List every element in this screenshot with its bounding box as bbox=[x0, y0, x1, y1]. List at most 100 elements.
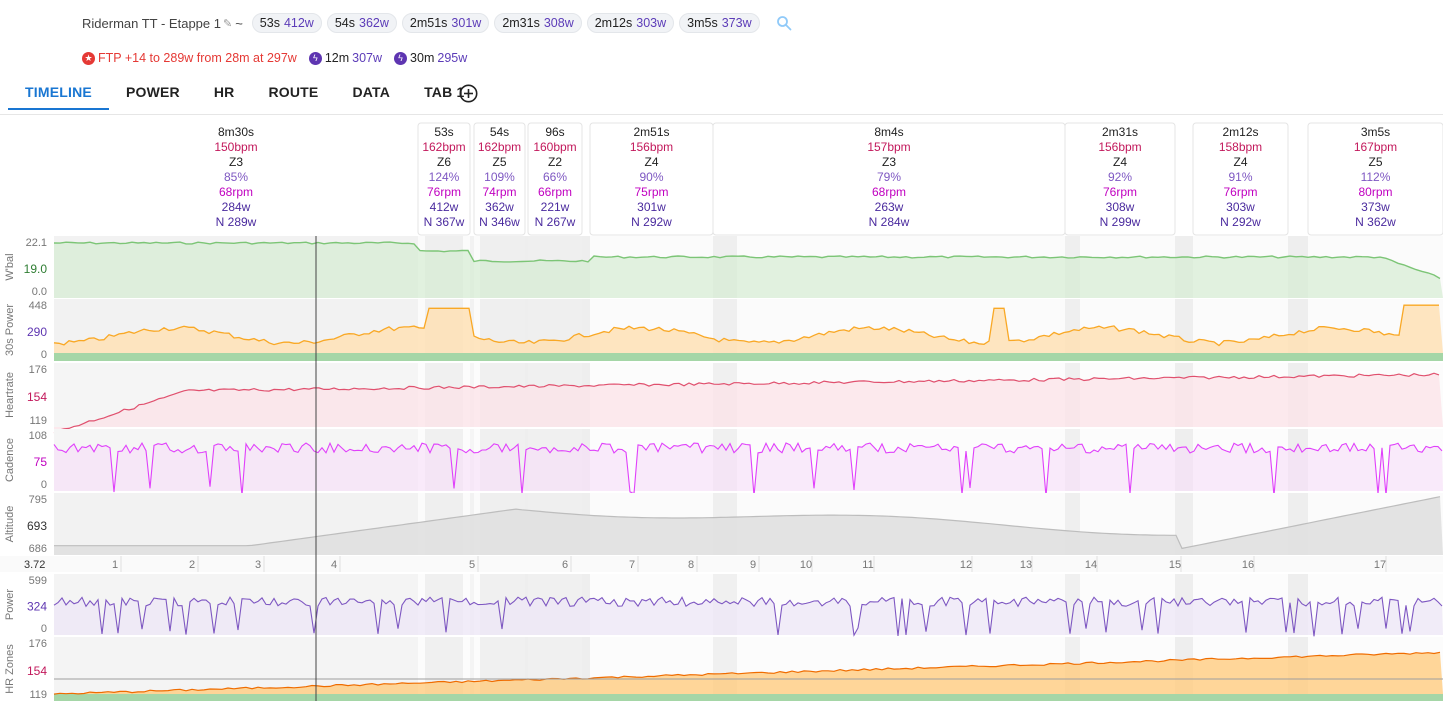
lap-normalized-power: N 292w bbox=[631, 215, 672, 229]
axis-label: Altitude bbox=[4, 506, 16, 543]
lap-normalized-power: N 284w bbox=[869, 215, 910, 229]
tab-timeline[interactable]: TIMELINE bbox=[8, 80, 109, 110]
tab-route[interactable]: ROUTE bbox=[251, 80, 335, 110]
activity-title[interactable]: Riderman TT - Etappe 1 bbox=[82, 16, 221, 31]
distance-tick-label: 4 bbox=[331, 559, 337, 571]
interval-chip[interactable]: 2m31s 308w bbox=[494, 13, 582, 33]
axis-label: Cadence bbox=[4, 438, 16, 482]
lap-normalized-power: N 362w bbox=[1355, 215, 1396, 229]
lap-cadence: 66rpm bbox=[538, 185, 572, 199]
lap-duration: 8m30s bbox=[218, 125, 254, 139]
axis-tick-label: 693 bbox=[27, 519, 47, 533]
lap-summary[interactable]: 53s162bpmZ6124%76rpm412wN 367w bbox=[417, 122, 471, 236]
lap-heartrate: 167bpm bbox=[1354, 140, 1397, 154]
peak-effort[interactable]: ϟ 30m 295w bbox=[394, 51, 467, 65]
interval-separator: ~ bbox=[235, 15, 243, 31]
bolt-icon: ϟ bbox=[308, 51, 322, 65]
lap-avg-power: 303w bbox=[1226, 200, 1255, 214]
lap-summary[interactable]: 54s162bpmZ5109%74rpm362wN 346w bbox=[473, 122, 526, 236]
distance-tick-label: 6 bbox=[562, 559, 568, 571]
interval-watts: 308w bbox=[543, 16, 574, 30]
lap-summary[interactable]: 3m5s167bpmZ5112%80rpm373wN 362w bbox=[1307, 122, 1443, 236]
chart-panel-hr-zones[interactable]: HR Zones 176 154 119 bbox=[4, 637, 1443, 701]
lap-zone: Z6 bbox=[437, 155, 451, 169]
search-icon[interactable] bbox=[776, 15, 792, 31]
distance-start-label: 3.72 bbox=[24, 559, 45, 571]
axis-label: Power bbox=[4, 589, 16, 621]
axis-tick-label: 119 bbox=[29, 689, 47, 701]
axis-tick-label: 0 bbox=[41, 349, 47, 361]
lap-percent-ftp: 109% bbox=[484, 170, 515, 184]
chart-panel-30s-power[interactable]: 30s Power 448 290 0 bbox=[4, 299, 1443, 361]
lap-duration: 54s bbox=[490, 125, 509, 139]
lap-avg-power: 412w bbox=[430, 200, 459, 214]
interval-chip[interactable]: 54s 362w bbox=[326, 13, 397, 33]
lap-percent-ftp: 91% bbox=[1228, 170, 1252, 184]
chart-panel-altitude[interactable]: Altitude 795 693 686 bbox=[4, 493, 1443, 555]
add-tab-icon[interactable] bbox=[459, 84, 478, 103]
chart-panel-power[interactable]: Power 599 324 0 bbox=[4, 574, 1443, 637]
activity-view: Riderman TT - Etappe 1 ✎ ~ 53s 412w 54s 36… bbox=[0, 0, 1443, 701]
axis-tick-label: 154 bbox=[27, 390, 47, 404]
axis-tick-label: 108 bbox=[29, 430, 47, 442]
lap-cadence: 75rpm bbox=[634, 185, 668, 199]
axis-tick-label: 0 bbox=[41, 623, 47, 635]
lap-summary[interactable]: 2m51s156bpmZ490%75rpm301wN 292w bbox=[589, 122, 714, 236]
chart-panel-cadence[interactable]: Cadence 108 75 0 bbox=[4, 429, 1443, 497]
axis-tick-label: 22.1 bbox=[26, 237, 47, 249]
axis-tick-label: 795 bbox=[29, 494, 47, 506]
tab-power[interactable]: POWER bbox=[109, 80, 197, 110]
lap-percent-ftp: 66% bbox=[543, 170, 567, 184]
axis-tick-label: 448 bbox=[29, 300, 47, 312]
lap-summary[interactable]: 2m31s156bpmZ492%76rpm308wN 299w bbox=[1064, 122, 1176, 236]
tab-hr[interactable]: HR bbox=[197, 80, 252, 110]
lap-cadence: 74rpm bbox=[482, 185, 516, 199]
lap-avg-power: 373w bbox=[1361, 200, 1390, 214]
ftp-change[interactable]: ★ FTP +14 to 289w from 28m at 297w bbox=[82, 51, 297, 65]
lap-percent-ftp: 124% bbox=[429, 170, 460, 184]
axis-label: Heartrate bbox=[4, 372, 16, 418]
interval-duration: 2m12s bbox=[594, 16, 633, 30]
lap-summary[interactable]: 8m30s150bpmZ385%68rpm284wN 289w bbox=[214, 125, 257, 229]
star-icon: ★ bbox=[82, 51, 95, 65]
distance-axis: 3.72 1 2 3 4 5 6 7 8 9 10 11 12 13 14 15 16 17 bbox=[0, 556, 1443, 572]
axis-label: 30s Power bbox=[4, 304, 16, 356]
lap-duration: 8m4s bbox=[874, 125, 903, 139]
interval-chip[interactable]: 2m51s 301w bbox=[401, 13, 490, 33]
tab-data[interactable]: DATA bbox=[335, 80, 407, 110]
interval-chip[interactable]: 53s 412w bbox=[251, 13, 322, 33]
pencil-icon[interactable]: ✎ bbox=[223, 17, 232, 30]
lap-summary[interactable]: 8m4s157bpmZ379%68rpm263wN 284w bbox=[712, 122, 1066, 236]
interval-watts: 412w bbox=[283, 16, 314, 30]
chart-panel-heartrate[interactable]: Heartrate 176 154 119 bbox=[4, 363, 1443, 434]
interval-chip[interactable]: 3m5s 373w bbox=[679, 13, 760, 33]
lap-normalized-power: N 299w bbox=[1100, 215, 1141, 229]
distance-tick-label: 5 bbox=[469, 559, 475, 571]
interval-duration: 2m31s bbox=[502, 16, 540, 30]
lap-duration: 2m12s bbox=[1222, 125, 1258, 139]
lap-summary[interactable]: 96s160bpmZ266%66rpm221wN 267w bbox=[527, 122, 583, 236]
lap-zone: Z2 bbox=[548, 155, 562, 169]
power-area bbox=[54, 597, 1443, 637]
lap-heartrate: 157bpm bbox=[867, 140, 910, 154]
bolt-icon: ϟ bbox=[394, 51, 408, 65]
axis-tick-label: 75 bbox=[34, 455, 48, 469]
distance-tick-label: 11 bbox=[862, 559, 873, 571]
lap-duration: 2m31s bbox=[1102, 125, 1138, 139]
lap-summary[interactable]: 2m12s158bpmZ491%76rpm303wN 292w bbox=[1192, 122, 1289, 236]
activity-header: Riderman TT - Etappe 1 ✎ ~ 53s 412w 54s 36… bbox=[82, 12, 792, 34]
lap-duration: 2m51s bbox=[633, 125, 669, 139]
interval-chip[interactable]: 2m12s 303w bbox=[586, 13, 675, 33]
interval-duration: 3m5s bbox=[687, 16, 718, 30]
interval-watts: 301w bbox=[451, 16, 482, 30]
distance-tick-label: 7 bbox=[629, 559, 635, 571]
lap-cadence: 80rpm bbox=[1358, 185, 1392, 199]
lap-zone: Z3 bbox=[882, 155, 896, 169]
peak-effort[interactable]: ϟ 12m 307w bbox=[308, 51, 382, 65]
distance-tick-label: 8 bbox=[688, 559, 694, 571]
chart-panel-w-bal[interactable]: W'bal 22.1 19.0 0.0 bbox=[4, 236, 1443, 298]
lap-heartrate: 156bpm bbox=[1098, 140, 1141, 154]
axis-tick-label: 324 bbox=[27, 600, 47, 614]
timeline-chart[interactable]: 8m30s150bpmZ385%68rpm284wN 289w 53s162bpm… bbox=[0, 115, 1443, 701]
lap-heartrate: 162bpm bbox=[478, 140, 521, 154]
